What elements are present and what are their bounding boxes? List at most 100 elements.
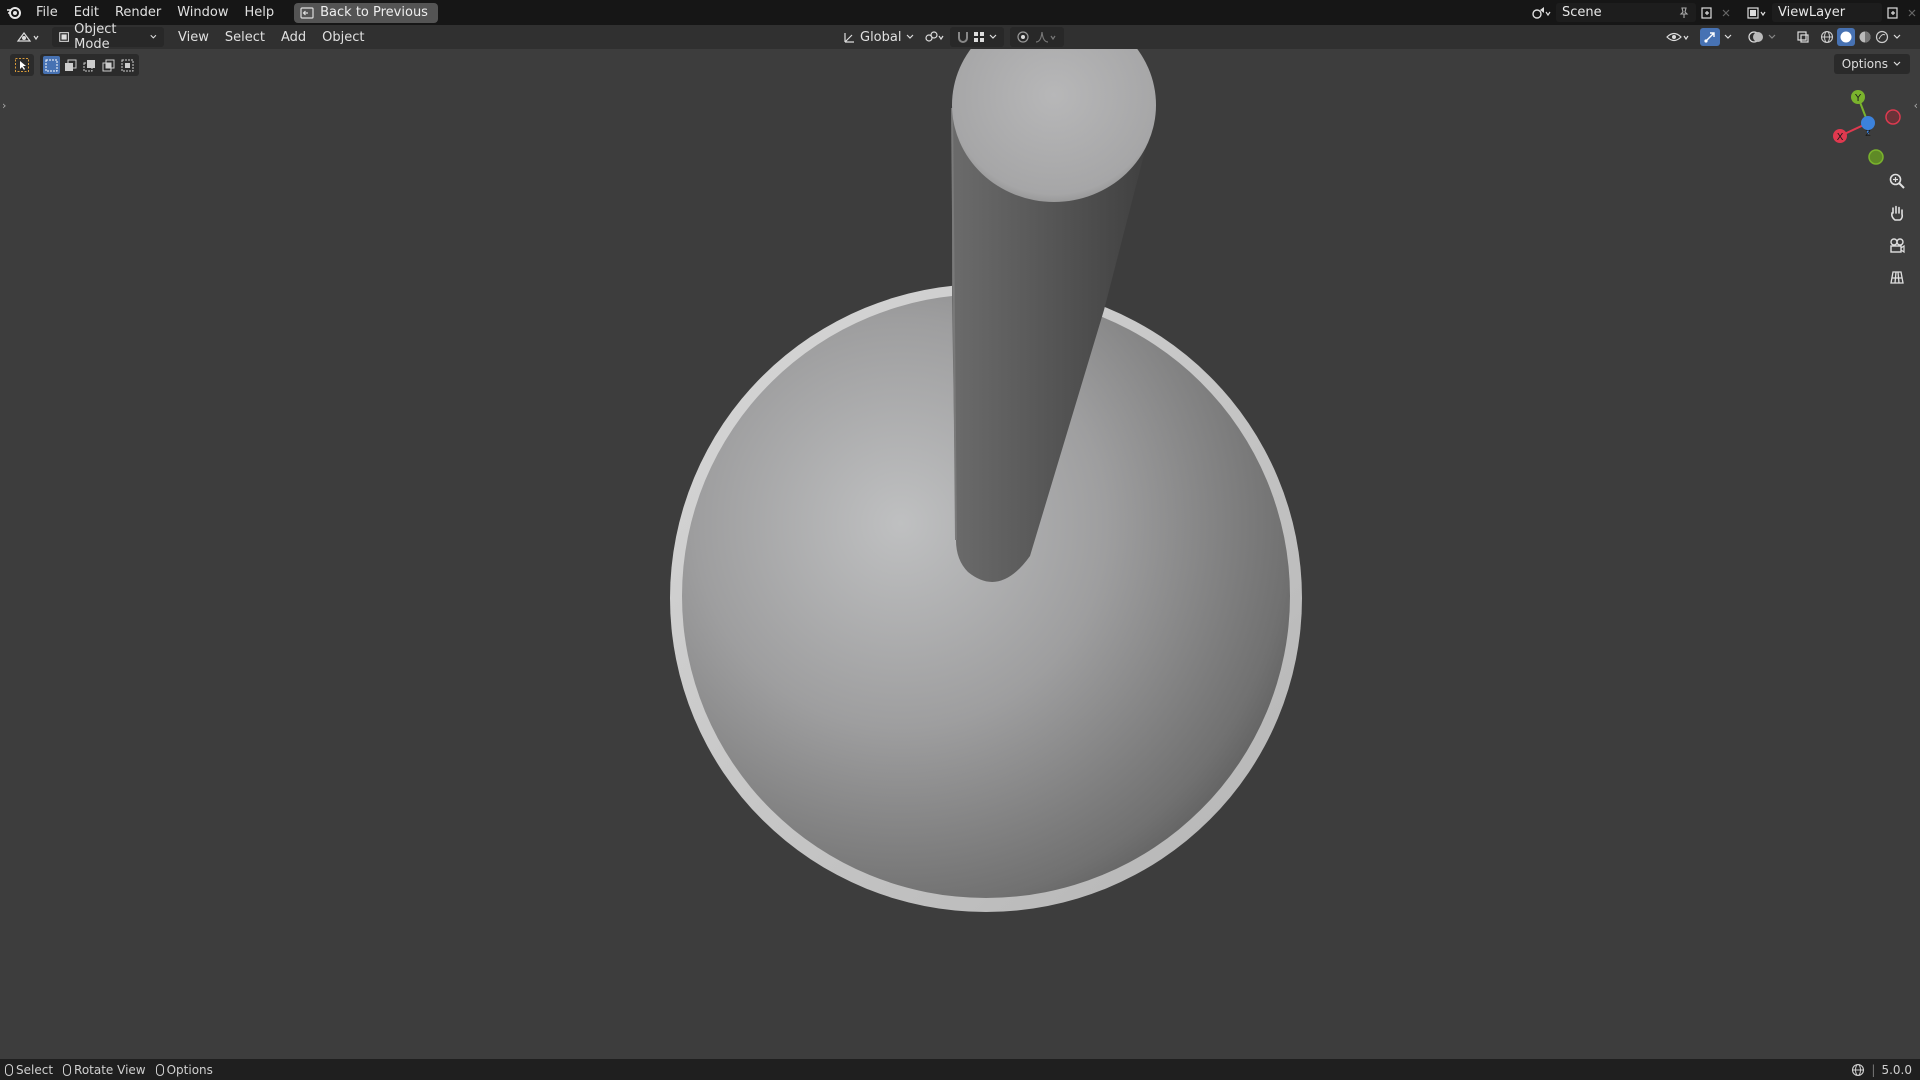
gizmo-toggle[interactable] [1694,27,1740,47]
overlays-icon[interactable] [1748,30,1764,44]
tool-settings-row [10,54,139,76]
visibility-selector[interactable] [1660,27,1698,47]
navigation-gizmo[interactable]: Y X Z [1822,84,1912,174]
chevron-down-icon [150,34,157,39]
material-shading-icon[interactable] [1858,30,1872,44]
scene-selector-icon[interactable] [1526,3,1556,22]
3d-viewport[interactable]: › ‹ [0,49,1920,1059]
header-menu-object[interactable]: Object [314,30,372,45]
chevron-down-icon [907,34,914,39]
mode-label: Object Mode [74,22,117,52]
chevron-down-icon[interactable] [1892,33,1902,41]
select-invert-icon[interactable] [100,56,117,74]
object-mode-icon [59,32,69,42]
status-options-label: Options [166,1062,213,1077]
orthographic-grid-icon[interactable] [1884,264,1910,290]
zoom-icon[interactable] [1884,168,1910,194]
status-separator: | [1871,1062,1876,1077]
gizmo-z-axis[interactable] [1861,116,1875,130]
select-new-icon[interactable] [43,56,60,74]
status-select: Select [0,1063,58,1077]
status-rotate-view: Rotate View [58,1063,151,1077]
delete-view-layer-icon[interactable] [1904,3,1920,22]
mouse-middle-icon [63,1063,72,1076]
editor-type-button[interactable] [10,27,48,47]
pin-icon[interactable] [1678,6,1690,19]
gizmo-z-label: Z [1865,129,1871,138]
header-menu-view[interactable]: View [170,30,217,45]
viewport-options-button[interactable]: Options [1833,54,1910,74]
back-to-previous-button[interactable]: Back to Previous [294,2,438,23]
toolbar-expand-icon[interactable]: › [2,99,6,112]
overlays-toggle[interactable] [1742,27,1784,47]
solid-shading-icon[interactable] [1837,28,1855,46]
menu-file[interactable]: File [28,0,66,25]
header-menu-select[interactable]: Select [217,30,273,45]
gizmo-neg-y-axis[interactable] [1868,149,1884,165]
chevron-down-icon [989,34,997,39]
options-label: Options [1841,57,1888,71]
falloff-icon[interactable] [1034,30,1058,44]
pan-hand-icon[interactable] [1884,200,1910,226]
select-intersect-icon[interactable] [119,56,136,74]
scene-name: Scene [1562,5,1602,20]
selection-mode-group [40,54,139,76]
mouse-left-icon [5,1063,13,1076]
view-layer-name: ViewLayer [1778,5,1846,20]
rendered-shading-icon[interactable] [1875,30,1889,44]
pivot-point-selector[interactable] [918,27,954,47]
gizmo-x-label: X [1837,132,1844,143]
camera-view-icon[interactable] [1884,232,1910,258]
blender-version: 5.0.0 [1881,1062,1912,1077]
shading-mode-buttons[interactable] [1814,27,1908,47]
viewport-header: Object Mode View Select Add Object Globa… [0,22,1920,52]
orientation-icon [844,33,854,43]
chevron-down-icon [1893,61,1901,66]
menu-window[interactable]: Window [169,0,236,25]
select-tool-icon[interactable] [10,54,34,76]
viewport-navigation-tools [1884,168,1910,290]
status-right: | 5.0.0 [1851,1059,1912,1080]
xray-toggle[interactable] [1790,27,1816,47]
scene-name-field[interactable]: Scene [1556,3,1696,22]
gizmo-y-label: Y [1854,93,1862,104]
menu-help[interactable]: Help [237,0,283,25]
gizmo-neg-x-axis-fill [1887,111,1899,123]
transform-orientation-selector[interactable]: Global [836,27,921,47]
select-subtract-icon[interactable] [81,56,98,74]
new-scene-icon[interactable] [1696,3,1718,22]
back-icon [300,6,314,19]
top-menu-bar: File Edit Render Window Help Back to Pre… [0,0,1920,25]
status-select-label: Select [16,1062,54,1077]
3d-viewport-icon [16,32,39,42]
magnet-icon[interactable] [956,30,970,44]
mouse-right-icon [155,1063,164,1076]
eye-icon [1666,32,1689,42]
network-globe-icon[interactable] [1851,1063,1865,1077]
back-to-previous-label: Back to Previous [320,5,428,20]
proportional-editing-icon[interactable] [1016,30,1030,44]
gizmo-icon[interactable] [1700,28,1720,46]
top-right-controls: Scene ViewLayer [1526,0,1920,25]
wireframe-shading-icon[interactable] [1820,30,1834,44]
snap-controls[interactable] [950,27,1004,47]
sidebar-expand-icon[interactable]: ‹ [1914,99,1918,112]
proportional-editing-controls[interactable] [1010,27,1064,47]
status-bar: Select Rotate View Options | 5.0.0 [0,1059,1920,1080]
new-view-layer-icon[interactable] [1882,3,1904,22]
select-extend-icon[interactable] [62,56,79,74]
chevron-down-icon[interactable] [1722,33,1734,41]
scene-render[interactable] [0,49,1920,1059]
blender-logo-icon[interactable] [0,0,28,25]
view-layer-selector-icon[interactable] [1742,3,1772,22]
view-layer-name-field[interactable]: ViewLayer [1772,3,1882,22]
mode-selector[interactable]: Object Mode [52,22,164,52]
xray-icon[interactable] [1796,30,1810,44]
snap-grid-icon[interactable] [972,30,986,44]
delete-scene-icon[interactable] [1718,3,1734,22]
header-menu-add[interactable]: Add [273,30,314,45]
status-rotate-view-label: Rotate View [74,1062,146,1077]
transform-orientation-label: Global [860,29,902,45]
status-options: Options [151,1063,218,1077]
chevron-down-icon[interactable] [1766,33,1778,41]
